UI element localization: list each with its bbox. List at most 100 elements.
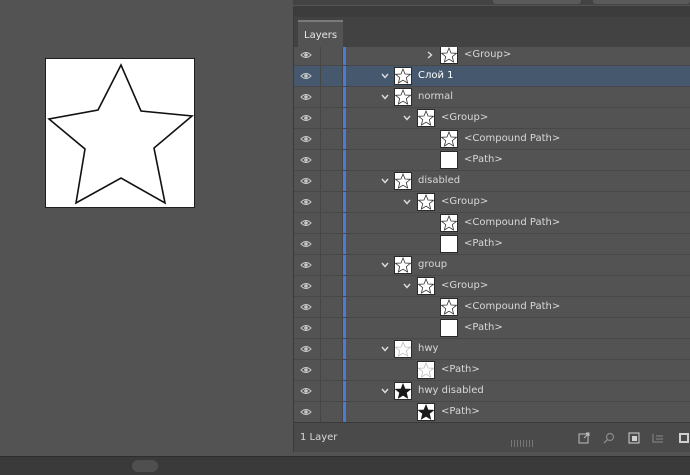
layer-name[interactable]: group: [418, 255, 447, 275]
layer-row[interactable]: <Group>: [294, 276, 690, 297]
artboard[interactable]: [45, 58, 195, 208]
layer-name[interactable]: hwy disabled: [418, 381, 484, 401]
layer-name[interactable]: disabled: [418, 171, 460, 191]
visibility-eye-icon[interactable]: [300, 386, 312, 396]
lock-toggle[interactable]: [320, 129, 321, 149]
layers-list[interactable]: <Group> Слой 1 normal <Group> <Compound Path…: [294, 47, 690, 422]
layer-name[interactable]: <Compound Path>: [464, 297, 560, 317]
lock-toggle[interactable]: [320, 381, 321, 401]
panel-grip[interactable]: [294, 6, 690, 17]
lock-toggle[interactable]: [320, 213, 321, 233]
layer-name[interactable]: <Group>: [441, 108, 488, 128]
lock-toggle[interactable]: [320, 150, 321, 170]
lock-toggle[interactable]: [320, 276, 321, 296]
layer-name[interactable]: <Compound Path>: [464, 213, 560, 233]
layer-row[interactable]: normal: [294, 87, 690, 108]
visibility-eye-icon[interactable]: [300, 344, 312, 354]
visibility-eye-icon[interactable]: [300, 50, 312, 60]
lock-toggle[interactable]: [320, 318, 321, 338]
visibility-eye-icon[interactable]: [300, 176, 312, 186]
visibility-eye-icon[interactable]: [300, 197, 312, 207]
visibility-eye-icon[interactable]: [300, 218, 312, 228]
layer-row[interactable]: <Path>: [294, 150, 690, 171]
layer-color-bar: [343, 47, 346, 65]
lock-toggle[interactable]: [320, 47, 321, 65]
lock-toggle[interactable]: [320, 234, 321, 254]
layer-row[interactable]: hwy disabled: [294, 381, 690, 402]
lock-toggle[interactable]: [320, 360, 321, 380]
new-sublayer-icon[interactable]: [652, 432, 664, 444]
new-layer-icon[interactable]: [678, 432, 690, 444]
visibility-eye-icon[interactable]: [300, 113, 312, 123]
layer-name[interactable]: <Group>: [441, 192, 488, 212]
visibility-eye-icon[interactable]: [300, 407, 312, 417]
chevron-down-icon[interactable]: [380, 92, 390, 102]
chevron-down-icon[interactable]: [402, 113, 412, 123]
layer-name[interactable]: normal: [418, 87, 453, 107]
export-icon[interactable]: [578, 432, 590, 444]
layer-name[interactable]: <Compound Path>: [464, 129, 560, 149]
layer-row[interactable]: disabled: [294, 171, 690, 192]
lock-toggle[interactable]: [320, 192, 321, 212]
layer-row[interactable]: group: [294, 255, 690, 276]
layer-row[interactable]: <Compound Path>: [294, 213, 690, 234]
layer-name[interactable]: <Path>: [464, 234, 503, 254]
lock-toggle[interactable]: [320, 297, 321, 317]
visibility-eye-icon[interactable]: [300, 239, 312, 249]
lock-toggle[interactable]: [320, 339, 321, 359]
chevron-down-icon[interactable]: [380, 344, 390, 354]
lock-toggle[interactable]: [320, 66, 321, 86]
chevron-down-icon[interactable]: [380, 386, 390, 396]
layer-name[interactable]: Слой 1: [418, 66, 454, 86]
chevron-down-icon[interactable]: [402, 281, 412, 291]
visibility-eye-icon[interactable]: [300, 302, 312, 312]
lock-toggle[interactable]: [320, 255, 321, 275]
horizontal-scroll-thumb[interactable]: [132, 460, 158, 472]
panel-tabbar: Layers: [294, 17, 690, 48]
lock-toggle[interactable]: [320, 87, 321, 107]
layer-row[interactable]: <Path>: [294, 318, 690, 339]
layer-row[interactable]: <Compound Path>: [294, 129, 690, 150]
visibility-eye-icon[interactable]: [300, 260, 312, 270]
visibility-eye-icon[interactable]: [300, 155, 312, 165]
layer-row[interactable]: <Group>: [294, 47, 690, 66]
visibility-eye-icon[interactable]: [300, 365, 312, 375]
lock-toggle[interactable]: [320, 402, 321, 422]
layer-name[interactable]: <Group>: [441, 276, 488, 296]
lock-toggle[interactable]: [320, 108, 321, 128]
chevron-down-icon[interactable]: [380, 176, 390, 186]
star-artwork[interactable]: [46, 59, 196, 209]
lock-toggle[interactable]: [320, 171, 321, 191]
chevron-down-icon[interactable]: [380, 71, 390, 81]
tab-layers[interactable]: Layers: [298, 20, 344, 47]
visibility-eye-icon[interactable]: [300, 281, 312, 291]
layer-name[interactable]: <Path>: [441, 360, 480, 380]
layer-row[interactable]: <Compound Path>: [294, 297, 690, 318]
layer-color-bar: [343, 297, 346, 317]
layer-row[interactable]: <Path>: [294, 234, 690, 255]
panel-resize-grip[interactable]: [511, 440, 533, 447]
visibility-eye-icon[interactable]: [300, 71, 312, 81]
visibility-eye-icon[interactable]: [300, 134, 312, 144]
layer-row[interactable]: Слой 1: [294, 66, 690, 87]
layer-name[interactable]: hwy: [418, 339, 438, 359]
layer-row[interactable]: <Group>: [294, 192, 690, 213]
clipping-mask-icon[interactable]: [628, 432, 640, 444]
layer-row[interactable]: <Path>: [294, 402, 690, 422]
visibility-eye-icon[interactable]: [300, 323, 312, 333]
layer-thumbnail: [440, 235, 458, 253]
star-thumbnail-icon: [395, 173, 411, 189]
layer-name[interactable]: <Path>: [464, 150, 503, 170]
chevron-down-icon[interactable]: [380, 260, 390, 270]
layer-row[interactable]: <Path>: [294, 360, 690, 381]
chevron-right-icon[interactable]: [425, 50, 435, 60]
visibility-eye-icon[interactable]: [300, 92, 312, 102]
search-icon[interactable]: [603, 432, 615, 444]
layer-row[interactable]: <Group>: [294, 108, 690, 129]
chevron-down-icon[interactable]: [402, 197, 412, 207]
layer-name[interactable]: <Group>: [464, 47, 511, 65]
layer-row[interactable]: hwy: [294, 339, 690, 360]
layer-color-bar: [343, 66, 346, 86]
layer-name[interactable]: <Path>: [464, 318, 503, 338]
layer-name[interactable]: <Path>: [441, 402, 480, 422]
